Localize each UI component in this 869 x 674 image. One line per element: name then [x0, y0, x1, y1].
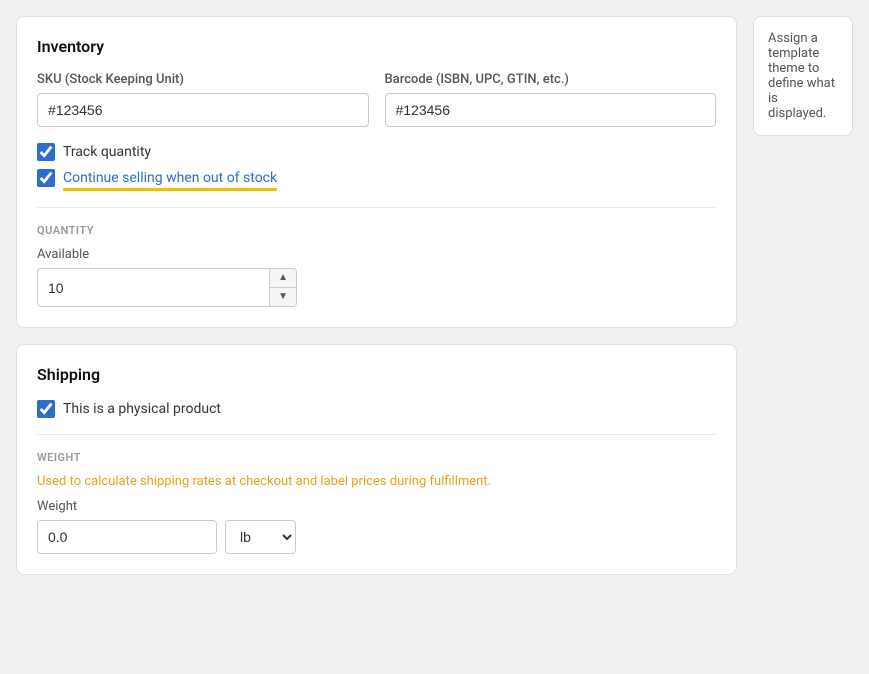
available-label: Available	[37, 247, 716, 262]
quantity-spinners: ▲ ▼	[269, 269, 296, 306]
inventory-divider	[37, 207, 716, 208]
barcode-group: Barcode (ISBN, UPC, GTIN, etc.)	[385, 72, 717, 127]
weight-description: Used to calculate shipping rates at chec…	[37, 474, 716, 489]
physical-product-checkbox[interactable]	[37, 400, 55, 418]
inventory-card: Inventory SKU (Stock Keeping Unit) Barco…	[16, 16, 737, 328]
shipping-divider	[37, 434, 716, 435]
sidebar-description: Assign a template theme to define what i…	[768, 31, 835, 121]
track-quantity-label: Track quantity	[63, 144, 151, 160]
shipping-card: Shipping This is a physical product WEIG…	[16, 344, 737, 575]
quantity-input[interactable]	[38, 272, 269, 304]
track-quantity-checkbox[interactable]	[37, 143, 55, 161]
weight-input-row: lb kg oz g	[37, 520, 716, 554]
weight-unit-select[interactable]: lb kg oz g	[225, 520, 296, 554]
quantity-input-wrapper: ▲ ▼	[37, 268, 297, 307]
shipping-title: Shipping	[37, 365, 716, 384]
weight-section-label: WEIGHT	[37, 451, 716, 464]
sku-input[interactable]	[37, 93, 369, 127]
physical-product-label: This is a physical product	[63, 401, 221, 417]
sidebar-card: Assign a template theme to define what i…	[753, 16, 853, 136]
track-quantity-row: Track quantity	[37, 143, 716, 161]
continue-selling-row: Continue selling when out of stock	[37, 169, 277, 187]
physical-product-row: This is a physical product	[37, 400, 716, 418]
quantity-up-button[interactable]: ▲	[270, 269, 296, 288]
barcode-label: Barcode (ISBN, UPC, GTIN, etc.)	[385, 72, 717, 87]
sidebar: Assign a template theme to define what i…	[753, 16, 853, 575]
weight-input[interactable]	[37, 520, 217, 554]
barcode-input[interactable]	[385, 93, 717, 127]
inventory-title: Inventory	[37, 37, 716, 56]
weight-label: Weight	[37, 499, 716, 514]
sku-barcode-row: SKU (Stock Keeping Unit) Barcode (ISBN, …	[37, 72, 716, 127]
sku-label: SKU (Stock Keeping Unit)	[37, 72, 369, 87]
continue-selling-checkbox[interactable]	[37, 169, 55, 187]
quantity-down-button[interactable]: ▼	[270, 288, 296, 306]
sku-group: SKU (Stock Keeping Unit)	[37, 72, 369, 127]
quantity-section-label: QUANTITY	[37, 224, 716, 237]
continue-selling-label: Continue selling when out of stock	[63, 170, 277, 186]
